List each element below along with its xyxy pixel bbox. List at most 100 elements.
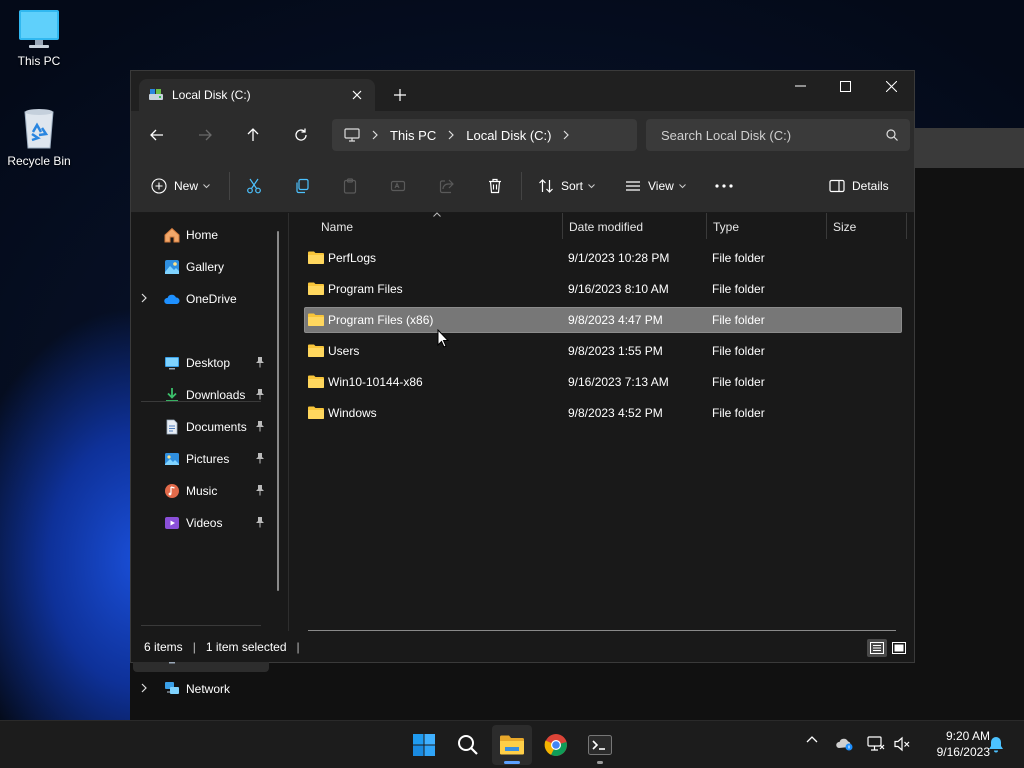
table-row[interactable]: Win10-10144-x86 9/16/2023 7:13 AM File f… — [304, 369, 902, 395]
search-box[interactable]: Search Local Disk (C:) — [646, 119, 910, 151]
column-header-name[interactable]: Name — [321, 213, 353, 241]
chevron-right-icon[interactable] — [141, 293, 147, 303]
taskbar-chrome[interactable] — [536, 725, 576, 765]
taskbar-terminal[interactable] — [580, 725, 620, 765]
new-label: New — [174, 179, 199, 193]
column-header-type[interactable]: Type — [713, 213, 739, 241]
table-row[interactable]: PerfLogs 9/1/2023 10:28 PM File folder — [304, 245, 902, 271]
cut-button[interactable] — [246, 172, 262, 200]
drive-icon — [148, 88, 164, 102]
column-header-date[interactable]: Date modified — [569, 213, 643, 241]
file-name: PerfLogs — [328, 251, 377, 265]
sidebar-item-home[interactable]: Home — [133, 220, 269, 250]
breadcrumb-this-pc[interactable]: This PC — [390, 128, 436, 143]
breadcrumb-local-disk[interactable]: Local Disk (C:) — [466, 128, 551, 143]
file-type: File folder — [712, 406, 765, 420]
folder-icon — [308, 313, 324, 326]
sort-button[interactable]: Sort — [538, 172, 595, 200]
details-view-button[interactable] — [867, 639, 887, 657]
command-bar: New Sort View Details — [131, 159, 914, 213]
taskbar-file-explorer[interactable] — [492, 725, 532, 765]
back-button[interactable] — [142, 121, 172, 149]
minimize-button[interactable] — [777, 71, 823, 101]
copy-icon — [294, 178, 310, 194]
delete-button[interactable] — [487, 172, 503, 200]
pin-icon — [255, 420, 265, 432]
forward-button[interactable] — [190, 121, 220, 149]
gallery-icon — [164, 259, 180, 275]
refresh-button[interactable] — [286, 121, 316, 149]
new-tab-button[interactable] — [386, 81, 414, 109]
paste-button[interactable] — [342, 172, 358, 200]
sidebar-item-label: Home — [186, 228, 219, 242]
tiles-view-button[interactable] — [889, 639, 909, 657]
monitor-icon — [344, 128, 360, 142]
desktop-icon-this-pc[interactable]: This PC — [0, 8, 78, 68]
tab-local-disk[interactable]: Local Disk (C:) — [139, 79, 375, 111]
sidebar-item-pictures[interactable]: Pictures — [133, 444, 269, 474]
details-button[interactable]: Details — [829, 172, 889, 200]
pictures-icon — [164, 451, 180, 467]
navigation-bar: This PC Local Disk (C:) Search Local Dis… — [131, 111, 914, 159]
desktop-icon-recycle-bin[interactable]: Recycle Bin — [0, 106, 78, 168]
address-bar[interactable]: This PC Local Disk (C:) — [332, 119, 637, 151]
sidebar-item-gallery[interactable]: Gallery — [133, 252, 269, 282]
search-input[interactable]: Search Local Disk (C:) — [661, 128, 886, 143]
file-explorer-window: Local Disk (C:) This PC Local Disk (C:) … — [130, 70, 915, 696]
status-bar: 6 items | 1 item selected | — [131, 631, 914, 662]
arrow-right-icon — [199, 129, 212, 141]
more-options-button[interactable] — [715, 172, 733, 200]
new-button[interactable]: New — [151, 172, 210, 200]
column-header-size[interactable]: Size — [833, 213, 856, 241]
sidebar-item-videos[interactable]: Videos — [133, 508, 269, 538]
view-button[interactable]: View — [625, 172, 686, 200]
network-status-icon[interactable] — [867, 736, 885, 752]
share-button[interactable] — [439, 172, 455, 200]
file-date: 9/8/2023 1:55 PM — [568, 344, 663, 358]
desktop-icon — [164, 355, 180, 371]
table-row[interactable]: Users 9/8/2023 1:55 PM File folder — [304, 338, 902, 364]
table-row[interactable]: Windows 9/8/2023 4:52 PM File folder — [304, 400, 902, 426]
selection-count: 1 item selected — [205, 639, 287, 654]
file-type: File folder — [712, 251, 765, 265]
file-list: Name Date modified Type Size PerfLogs 9/… — [290, 212, 914, 632]
chevron-up-icon[interactable] — [806, 735, 818, 743]
close-button[interactable] — [868, 71, 914, 101]
notification-bell-icon[interactable] — [988, 736, 1004, 753]
chevron-right-icon[interactable] — [141, 683, 147, 693]
rename-button[interactable] — [390, 172, 406, 200]
up-button[interactable] — [238, 121, 268, 149]
onedrive-status-icon[interactable] — [836, 737, 854, 751]
sidebar-item-downloads[interactable]: Downloads — [133, 380, 269, 410]
sidebar-scrollbar[interactable] — [277, 231, 279, 591]
table-row[interactable]: Program Files (x86) 9/8/2023 4:47 PM Fil… — [304, 307, 902, 333]
monitor-icon — [19, 10, 59, 48]
close-tab-icon[interactable] — [343, 81, 371, 109]
clock[interactable]: 9:20 AM 9/16/2023 — [918, 728, 990, 760]
arrow-up-icon — [247, 128, 259, 141]
table-row[interactable]: Program Files 9/16/2023 8:10 AM File fol… — [304, 276, 902, 302]
view-label: View — [648, 179, 674, 193]
chevron-right-icon[interactable] — [563, 130, 570, 140]
title-bar[interactable]: Local Disk (C:) — [131, 71, 914, 111]
videos-icon — [164, 515, 180, 531]
copy-button[interactable] — [294, 172, 310, 200]
scissors-icon — [246, 178, 262, 194]
sidebar-item-label: Documents — [186, 420, 247, 434]
start-button[interactable] — [404, 725, 444, 765]
maximize-button[interactable] — [822, 71, 868, 101]
sidebar-item-label: Pictures — [186, 452, 230, 466]
file-type: File folder — [712, 282, 765, 296]
sidebar-item-documents[interactable]: Documents — [133, 412, 269, 442]
volume-muted-icon[interactable] — [893, 736, 911, 752]
search-button[interactable] — [448, 725, 488, 765]
sidebar-item-desktop[interactable]: Desktop — [133, 348, 269, 378]
sidebar-item-network[interactable]: Network — [133, 674, 269, 704]
chevron-down-icon — [678, 183, 686, 189]
sidebar-item-music[interactable]: Music — [133, 476, 269, 506]
details-label: Details — [852, 179, 889, 193]
sidebar-item-label: Videos — [186, 516, 223, 530]
sidebar-item-onedrive[interactable]: OneDrive — [133, 284, 269, 314]
chevron-down-icon — [588, 183, 595, 189]
navigation-pane: Home Gallery OneDrive Desktop Downloads … — [131, 213, 289, 696]
